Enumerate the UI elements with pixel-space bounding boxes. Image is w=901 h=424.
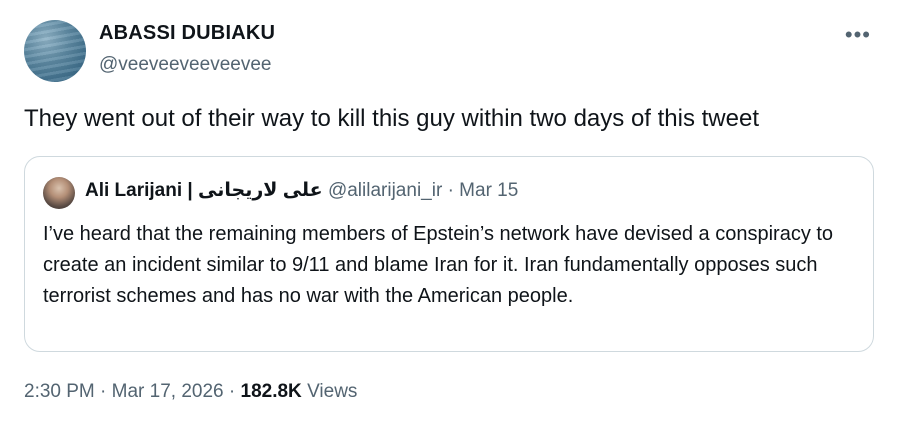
tweet-meta: 2:30 PM · Mar 17, 2026 · 182.8K Views [24, 381, 357, 403]
meta-separator: · [100, 381, 107, 402]
quoted-tweet[interactable]: Ali Larijani | علی لاریجانی @alilarijani… [24, 156, 874, 352]
more-horizontal-icon[interactable]: ••• [845, 22, 871, 48]
author-handle[interactable]: @veeveeveeveevee [99, 54, 271, 76]
quoted-tweet-header: Ali Larijani | علی لاریجانی @alilarijani… [85, 179, 518, 202]
quoted-separator: · [447, 180, 454, 201]
tweet-time[interactable]: 2:30 PM [24, 381, 95, 402]
views-count: 182.8K [240, 381, 302, 402]
author-avatar[interactable] [24, 20, 86, 82]
quoted-date[interactable]: Mar 15 [459, 180, 518, 201]
author-name[interactable]: ABASSI DUBIAKU [99, 22, 275, 45]
tweet-text: They went out of their way to kill this … [24, 105, 759, 132]
quoted-author-name[interactable]: Ali Larijani | علی لاریجانی [85, 180, 323, 201]
quoted-author-handle[interactable]: @alilarijani_ir [328, 180, 442, 201]
quoted-tweet-text: I’ve heard that the remaining members of… [43, 223, 834, 307]
views-label: Views [307, 381, 358, 402]
tweet-date[interactable]: Mar 17, 2026 [112, 381, 224, 402]
quoted-author-avatar[interactable] [43, 177, 75, 209]
meta-separator: · [228, 381, 236, 402]
